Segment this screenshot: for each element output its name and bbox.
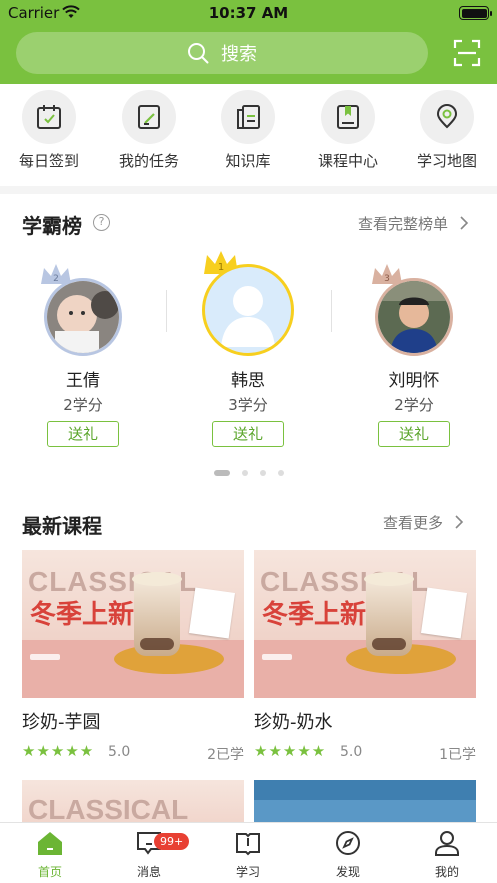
quick-item-label: 知识库 [225, 152, 271, 170]
course-rating: 5.0 [340, 744, 363, 760]
rank-number: 3 [384, 274, 390, 284]
ranker-name: 王倩 [66, 371, 100, 391]
section-divider [0, 186, 497, 194]
quick-nav: 每日签到 我的任务 知识库 课程中心 学习地图 [0, 84, 497, 186]
avatar[interactable] [202, 264, 294, 356]
home-icon [38, 832, 62, 855]
compass-icon [336, 831, 360, 855]
tab-label: 消息 [136, 865, 161, 879]
quick-item-label: 学习地图 [416, 152, 477, 170]
quick-item-tasks[interactable]: 我的任务 [109, 90, 189, 171]
tab-home[interactable]: 首页 [10, 829, 90, 880]
avatar[interactable] [375, 278, 453, 356]
ranker-name: 韩思 [231, 371, 265, 391]
ranker-score: 3学分 [228, 396, 268, 414]
ranker-score: 2学分 [394, 396, 434, 414]
ranking-title: 学霸榜 [22, 214, 82, 238]
ranking-more-label: 查看完整榜单 [358, 215, 449, 233]
calendar-check-icon [22, 90, 76, 144]
courses-more-label: 查看更多 [383, 514, 444, 532]
avatar[interactable] [44, 278, 122, 356]
send-gift-button[interactable]: 送礼 [378, 421, 450, 447]
course-book-icon [321, 90, 375, 144]
course-learned-count: 2已学 [207, 747, 244, 763]
search-icon [188, 43, 209, 64]
quick-item-learning-map[interactable]: 学习地图 [407, 90, 487, 171]
tab-messages[interactable]: 消息 99+ [109, 829, 190, 880]
course-rating: 5.0 [108, 744, 131, 760]
search-bar[interactable]: 搜索 [16, 32, 428, 74]
ranker-name: 刘明怀 [388, 371, 440, 391]
page-dot[interactable] [277, 469, 284, 476]
page-dot[interactable] [213, 469, 230, 476]
tab-label: 首页 [37, 865, 62, 879]
banner-tag: 冬季上新 [30, 600, 135, 630]
header: Carrier 10:37 AM 搜索 [0, 0, 497, 84]
rank-number: 2 [53, 274, 59, 284]
course-card[interactable]: CLASSICAL 冬季上新 珍奶-奶水 ★★★★★ 5.0 1已学 [254, 550, 476, 764]
ranker-score: 2学分 [63, 396, 103, 414]
ranker-divider [166, 290, 167, 332]
help-icon[interactable]: ? [93, 214, 110, 231]
rating-stars-icon: ★★★★★ [254, 742, 327, 760]
courses-more-link[interactable]: 查看更多 [383, 512, 464, 533]
ranker-card: 1 韩思 3学分 送礼 [183, 250, 313, 447]
unread-badge: 99+ [154, 833, 190, 850]
profile-icon [435, 831, 459, 856]
rating-stars-icon: ★★★★★ [22, 742, 95, 760]
chevron-right-icon [455, 515, 463, 529]
quick-item-label: 课程中心 [317, 152, 378, 170]
search-placeholder: 搜索 [221, 44, 257, 65]
send-gift-button[interactable]: 送礼 [47, 421, 119, 447]
status-bar: Carrier 10:37 AM [0, 0, 497, 26]
send-gift-button[interactable]: 送礼 [212, 421, 284, 447]
ranker-card: 3 刘明怀 2学分 送礼 [349, 250, 479, 447]
page-dot[interactable] [259, 469, 266, 476]
tab-study[interactable]: 学习 [208, 829, 288, 880]
study-book-icon [236, 833, 260, 856]
tab-label: 发现 [335, 865, 360, 879]
courses-title: 最新课程 [22, 514, 102, 538]
quick-item-knowledge[interactable]: 知识库 [208, 90, 288, 171]
chevron-right-icon [460, 216, 468, 230]
course-name: 珍奶-奶水 [254, 712, 333, 733]
ranker-card: 2 王倩 2学分 送礼 [18, 250, 148, 447]
tab-discover[interactable]: 发现 [308, 829, 388, 880]
page-indicator[interactable] [0, 462, 497, 481]
ranker-divider [331, 290, 332, 332]
page-dot[interactable] [241, 469, 248, 476]
app-home-screen: Carrier 10:37 AM 搜索 每日签到 我的任务 知识库 课程中心 学… [0, 0, 497, 883]
knowledge-book-icon [221, 90, 275, 144]
tab-profile[interactable]: 我的 [407, 829, 487, 880]
banner-tag: 冬季上新 [262, 600, 367, 630]
clock: 10:37 AM [208, 4, 289, 22]
map-pin-icon [420, 90, 474, 144]
quick-item-label: 每日签到 [18, 152, 79, 170]
course-name: 珍奶-芋圆 [22, 712, 101, 733]
battery-icon [459, 6, 492, 20]
tab-label: 学习 [235, 865, 260, 879]
course-thumbnail: CLASSICAL 冬季上新 [22, 550, 244, 698]
course-card[interactable]: CLASSICAL 冬季上新 珍奶-芋圆 ★★★★★ 5.0 2已学 [22, 550, 244, 764]
ranking-more-link[interactable]: 查看完整榜单 [358, 213, 469, 234]
quick-item-label: 我的任务 [118, 152, 179, 170]
quick-item-checkin[interactable]: 每日签到 [9, 90, 89, 171]
quick-item-courses[interactable]: 课程中心 [308, 90, 388, 171]
course-thumbnail: CLASSICAL 冬季上新 [254, 550, 476, 698]
tab-bar: 首页 消息 99+ 学习 发现 我的 [0, 822, 497, 883]
task-edit-icon [122, 90, 176, 144]
scan-icon[interactable] [453, 39, 481, 67]
tab-label: 我的 [434, 865, 459, 879]
course-learned-count: 1已学 [439, 747, 476, 763]
